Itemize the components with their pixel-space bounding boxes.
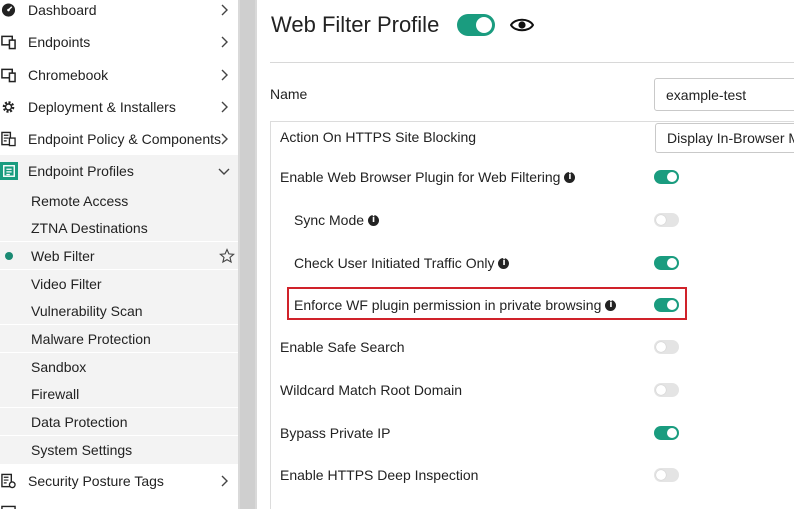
sidebar-subitem-data-protection[interactable]: Data Protection <box>0 408 238 435</box>
gear-icon <box>0 99 17 116</box>
selected-indicator <box>5 251 13 260</box>
setting-row-https-deep-inspection: Enable HTTPS Deep Inspection <box>271 460 794 490</box>
sidebar-item-label: Chromebook <box>28 67 109 83</box>
sidebar-subitem-malware-protection[interactable]: Malware Protection <box>0 325 238 352</box>
sidebar-item-label: Deployment & Installers <box>28 99 176 115</box>
star-icon[interactable] <box>219 247 235 264</box>
dashboard-icon <box>0 2 17 19</box>
web-browser-plugin-toggle[interactable] <box>654 170 679 184</box>
sidebar-subitem-label: System Settings <box>31 442 133 458</box>
main-content: Web Filter Profile Name Action On HTTPS … <box>257 0 794 509</box>
chevron-right-icon <box>221 69 228 81</box>
setting-label: Wildcard Match Root Domain <box>280 382 463 398</box>
setting-label: Action On HTTPS Site Blocking <box>280 129 477 145</box>
name-input[interactable] <box>654 78 794 111</box>
sidebar-subitem-firewall[interactable]: Firewall <box>0 380 238 407</box>
setting-row-check-user-initiated: Check User Initiated Traffic Only i <box>271 248 794 278</box>
sidebar-subitem-label: Sandbox <box>31 358 87 375</box>
sidebar-item-chromebook[interactable]: Chromebook <box>0 59 238 91</box>
setting-label: Enable Web Browser Plugin for Web Filter… <box>280 169 576 185</box>
chromebook-icon <box>0 67 17 84</box>
setting-label: Enable HTTPS Deep Inspection <box>280 467 479 483</box>
chevron-right-icon <box>221 36 228 48</box>
setting-row-wildcard-match: Wildcard Match Root Domain <box>271 375 794 405</box>
sync-mode-toggle[interactable] <box>654 213 679 227</box>
sidebar-subitem-label: Firewall <box>31 385 80 402</box>
sidebar-scrollbar[interactable] <box>238 0 257 509</box>
highlight-box <box>287 287 687 320</box>
scrollbar-track[interactable] <box>240 0 255 509</box>
sidebar-subitem-sandbox[interactable]: Sandbox <box>0 353 238 380</box>
sidebar-item-partial[interactable] <box>0 497 238 509</box>
sidebar-subitem-label: ZTNA Destinations <box>31 219 148 236</box>
sidebar-subitem-label: Data Protection <box>31 413 128 430</box>
info-icon[interactable]: i <box>564 171 576 183</box>
sidebar-subitem-label: Remote Access <box>31 192 129 209</box>
chevron-right-icon <box>221 101 228 113</box>
setting-label: Sync Mode i <box>294 212 380 228</box>
sidebar-item-dashboard[interactable]: Dashboard <box>0 0 238 26</box>
tags-icon <box>0 473 17 490</box>
sidebar-subitem-ztna-destinations[interactable]: ZTNA Destinations <box>0 214 238 241</box>
info-icon[interactable]: i <box>368 214 380 226</box>
sidebar-item-label: Security Posture Tags <box>28 473 164 489</box>
https-site-blocking-select[interactable]: Display In-Browser M <box>655 123 794 153</box>
sidebar-item-endpoints[interactable]: Endpoints <box>0 26 238 58</box>
chevron-right-icon <box>221 4 228 16</box>
setting-row-https-site-blocking: Action On HTTPS Site Blocking Display In… <box>271 122 794 153</box>
sidebar-subitem-label: Malware Protection <box>31 330 151 347</box>
name-row: Name <box>270 63 794 121</box>
menu-icon <box>0 505 17 509</box>
sidebar-item-label: Dashboard <box>28 2 97 18</box>
setting-row-sync-mode: Sync Mode i <box>271 205 794 235</box>
safe-search-toggle[interactable] <box>654 340 679 354</box>
setting-label: Bypass Private IP <box>280 425 391 441</box>
eye-icon[interactable] <box>510 16 534 34</box>
sidebar-subitem-remote-access[interactable]: Remote Access <box>0 187 238 214</box>
sidebar-item-label: Endpoints <box>28 34 91 50</box>
check-user-initiated-toggle[interactable] <box>654 256 679 270</box>
https-deep-inspection-toggle[interactable] <box>654 468 679 482</box>
page-title: Web Filter Profile <box>271 12 440 37</box>
sidebar-item-endpoint-profiles[interactable]: Endpoint Profiles <box>0 155 238 187</box>
sidebar-subitem-vulnerability-scan[interactable]: Vulnerability Scan <box>0 297 238 324</box>
sidebar-item-security-posture-tags[interactable]: Security Posture Tags <box>0 465 238 497</box>
sidebar-subitem-video-filter[interactable]: Video Filter <box>0 270 238 297</box>
sidebar-item-label: Endpoint Profiles <box>28 163 134 179</box>
sidebar-subitem-web-filter[interactable]: Web Filter <box>0 242 238 269</box>
profile-enabled-toggle[interactable] <box>457 14 495 36</box>
sidebar-subitem-label: Web Filter <box>31 247 95 264</box>
endpoints-icon <box>0 34 17 51</box>
sidebar-item-endpoint-policy[interactable]: Endpoint Policy & Components <box>0 123 238 155</box>
setting-label: Enable Safe Search <box>280 339 405 355</box>
chevron-down-icon <box>218 168 230 175</box>
sidebar-item-label: Endpoint Policy & Components <box>28 131 221 147</box>
bypass-private-ip-toggle[interactable] <box>654 426 679 440</box>
setting-row-web-browser-plugin: Enable Web Browser Plugin for Web Filter… <box>271 162 794 192</box>
name-label: Name <box>270 86 308 102</box>
setting-row-bypass-private-ip: Bypass Private IP <box>271 418 794 448</box>
profiles-icon <box>0 162 18 180</box>
sidebar-subitem-system-settings[interactable]: System Settings <box>0 436 238 464</box>
settings-panel: Action On HTTPS Site Blocking Display In… <box>270 121 794 509</box>
sidebar-item-deployment[interactable]: Deployment & Installers <box>0 91 238 123</box>
chevron-right-icon <box>221 475 228 487</box>
sidebar: Dashboard Endpoints Chromebook Deploymen… <box>0 0 238 509</box>
sidebar-subitem-label: Vulnerability Scan <box>31 302 143 319</box>
setting-label: Check User Initiated Traffic Only i <box>294 255 510 271</box>
policy-icon <box>0 131 17 148</box>
sidebar-subitem-label: Video Filter <box>31 275 102 292</box>
setting-row-safe-search: Enable Safe Search <box>271 332 794 362</box>
chevron-right-icon <box>221 133 228 145</box>
wildcard-match-toggle[interactable] <box>654 383 679 397</box>
info-icon[interactable]: i <box>498 257 510 269</box>
